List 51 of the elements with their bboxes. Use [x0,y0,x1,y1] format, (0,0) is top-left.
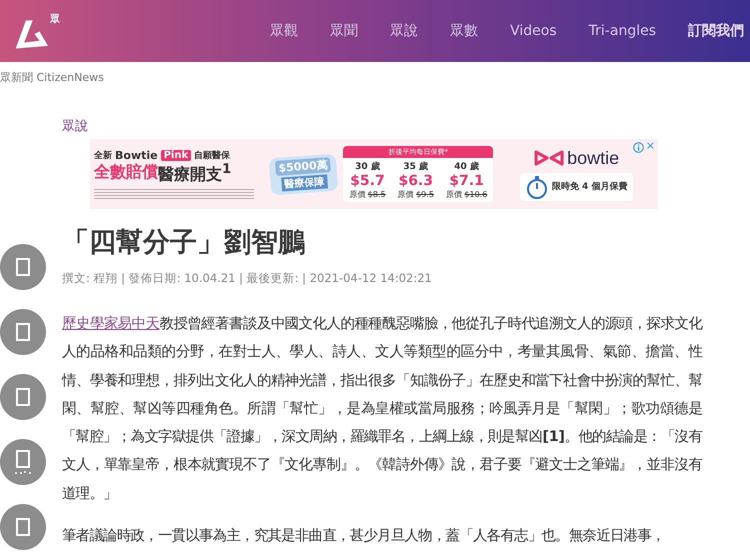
ad-headline: 醫療開支$^{1}$ [158,162,232,186]
square-icon [16,258,30,276]
square-icon [16,388,30,406]
logo-icon[interactable] [14,18,48,50]
original-price-label: 原價 [446,190,462,199]
article-title: 「四幫分子」劉智鵬 [62,226,306,260]
article-paragraph: 筆者議論時政，一貫以事為主，究其是非曲直，甚少月旦人物，蓋「人各有志」也。無奈近日港事， [62,526,666,546]
nav-link[interactable]: 眾數 [434,22,494,40]
square-icon [16,518,30,536]
logo-text: 眾 [50,12,60,26]
article-paragraph: 歷史學家易中天教授曾經著書談及中國文化人的種種醜惡嘴臉，他從孔子時代追溯文人的源頭，探求文化人的品格和品類的分野，在對士人、學人、詩人、文人等類型的區分中，考量其風骨、氣節、擔當、性情、學養和理想，排列出文化人的精神光譜，指出很多「知識份子」在歷史和當下社會中扮演的幫忙、幫閑、幫腔、幫凶等四種角色。所謂「幫忙」，是為皇權或當局服務；吟風弄月是「幫閑」；歌功頌德是「幫腔」；為文字獄提供「證據」，深文周納，羅織罪名，上綱上線，則是幫凶[1]。他的結論是：「沒有文人，單靠皇帝，根本就實現不了『文化專制』。《韓詩外傳》說，君子要『避文士之筆端』，並非沒有道理。」 [62,314,702,504]
ad-logo: bowtie [567,148,620,168]
age-label: 30 歲 [355,160,380,173]
original-price: $9.5 [416,190,434,199]
nav-link[interactable]: 眾觀 [254,22,314,40]
share-button[interactable] [0,504,46,550]
ad-tag: Pink [160,150,192,162]
nav-link[interactable]: Tri-angles [572,23,672,39]
ad-badge: $5000萬 醫療保障 [268,153,338,195]
age-label: 40 歲 [454,160,479,173]
ad-headline: 全數賠償 [94,162,158,184]
price: $6.3 [398,173,433,189]
article-meta: 撰文: 程翔 | 發佈日期: 10.04.21 | 最後更新: | 2021-04-12 14:02:21 [62,271,433,286]
breadcrumb[interactable]: 眾新聞 CitizenNews [0,62,750,85]
bowtie-icon [534,150,564,166]
share-button[interactable] [0,309,46,355]
stopwatch-icon [526,174,548,198]
square-icon [16,450,30,468]
share-button[interactable] [0,439,46,485]
nav-link[interactable]: 眾聞 [314,22,374,40]
ad-offer: 限時免 4 個月保費 [552,180,628,193]
info-icon[interactable] [633,142,644,153]
original-price: $8.5 [368,190,386,199]
ad-brand: Bowtie [115,149,158,162]
original-price-label: 原價 [398,190,414,199]
price: $5.7 [350,173,385,189]
square-icon [16,323,30,341]
nav-link[interactable]: Videos [494,23,573,39]
age-label: 35 歲 [403,160,428,173]
nav-link[interactable]: 眾說 [374,22,434,40]
share-button[interactable] [0,244,46,290]
category-link[interactable]: 眾說 [62,117,732,135]
dots-icon [14,470,32,474]
price: $7.1 [449,173,484,189]
original-price: $10.6 [464,190,488,199]
share-button[interactable] [0,374,46,420]
ad-text: 自願醫保 [194,150,230,162]
ad-text: 全新 [94,149,112,162]
nav-link[interactable]: 訂閱我們 [672,22,744,40]
inline-link[interactable]: 歷史學家易中天 [62,316,160,332]
original-price-label: 原價 [349,190,366,199]
